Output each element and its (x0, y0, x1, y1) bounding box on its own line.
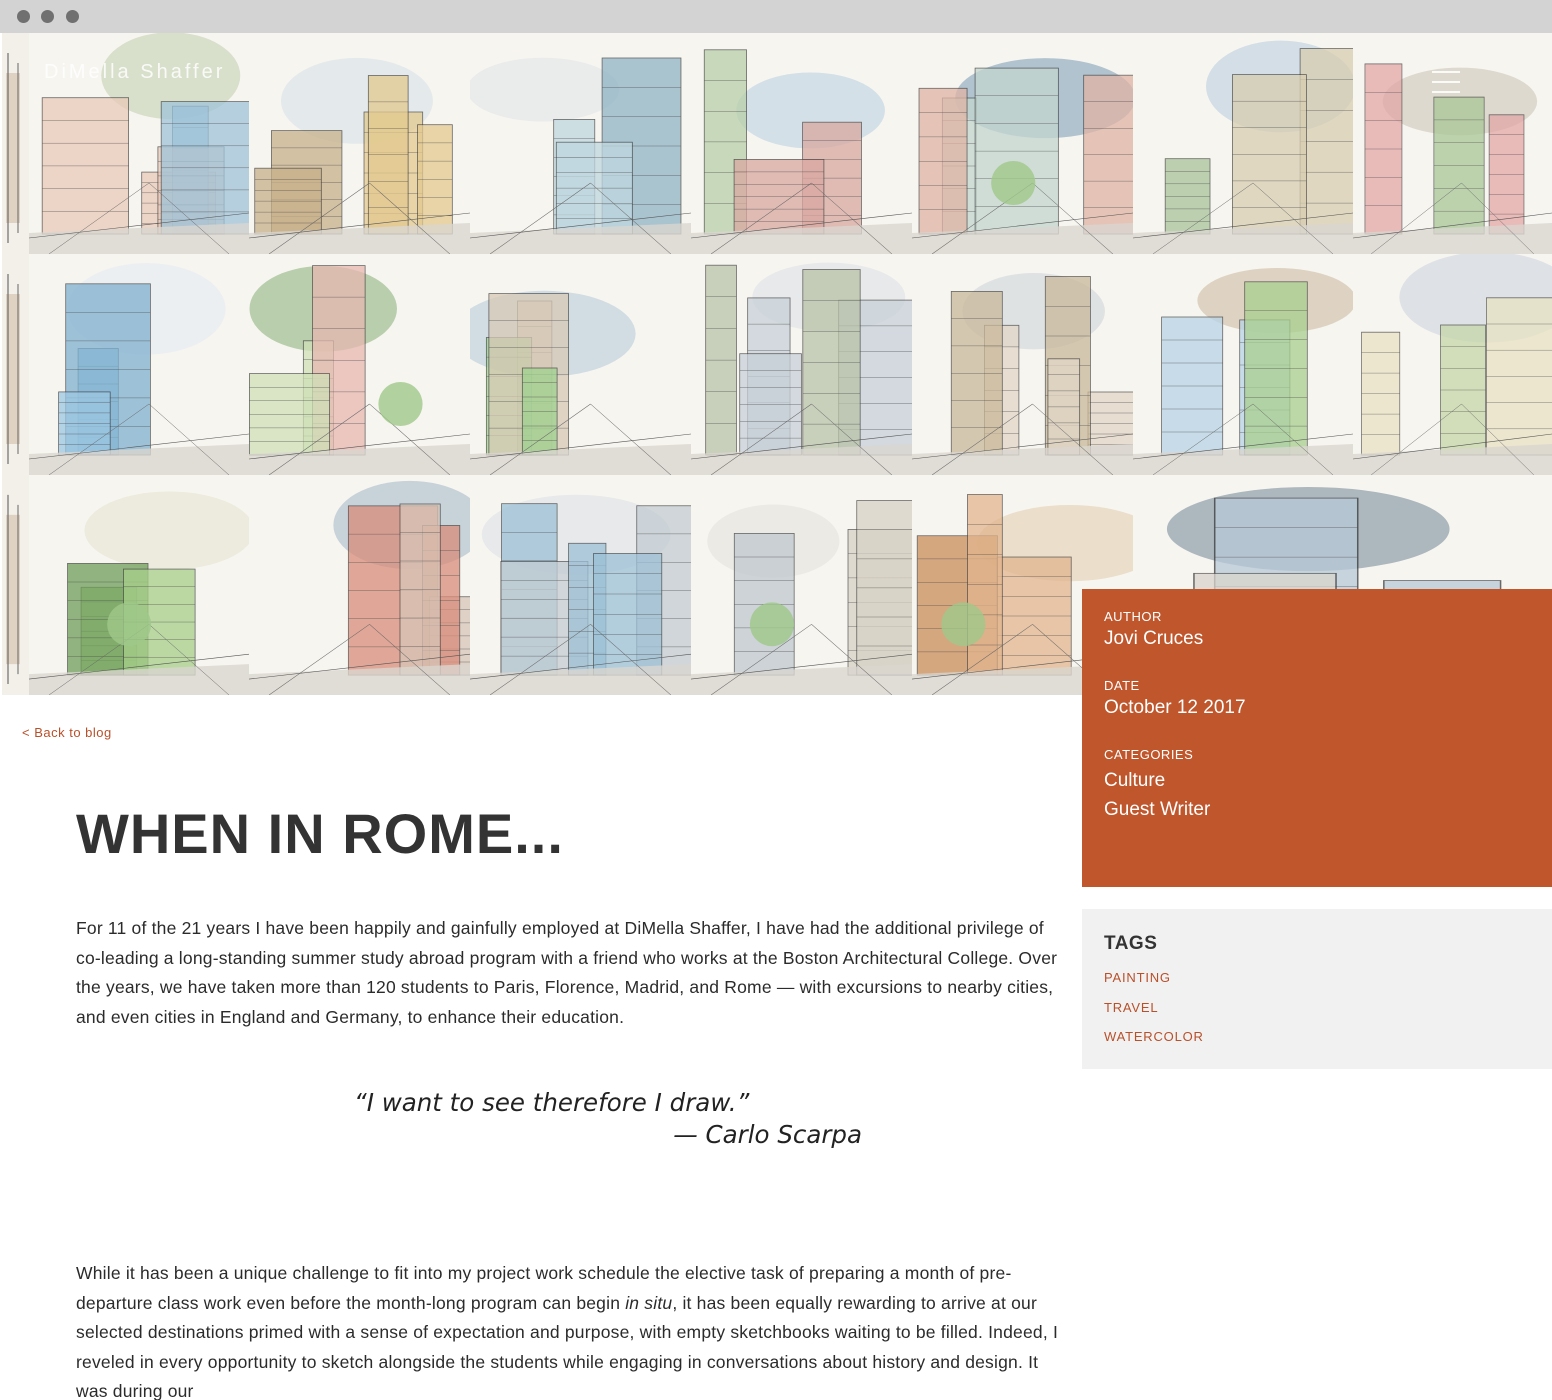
tag-link[interactable]: WATERCOLOR (1104, 1022, 1530, 1052)
menu-bar-icon (1432, 81, 1460, 83)
sketch-tile[interactable] (249, 33, 470, 254)
window-zoom-dot[interactable] (66, 10, 79, 23)
article-paragraph: While it has been a unique challenge to … (76, 1259, 1061, 1400)
menu-button[interactable] (1432, 71, 1460, 97)
categories-group: CATEGORIES Culture Guest Writer (1104, 747, 1530, 824)
sketch-tile[interactable] (912, 254, 1133, 475)
window-minimize-dot[interactable] (41, 10, 54, 23)
author-group: AUTHOR Jovi Cruces (1104, 609, 1530, 650)
sketch-tile[interactable] (1353, 254, 1552, 475)
quote-author: — Carlo Scarpa (673, 1120, 862, 1149)
tag-link[interactable]: PAINTING (1104, 963, 1530, 993)
sketch-tile[interactable] (29, 475, 249, 695)
sketch-tile[interactable] (691, 475, 912, 695)
sketch-tile[interactable] (470, 33, 691, 254)
tags-heading: TAGS (1104, 933, 1158, 954)
site-logo[interactable]: DiMella Shaffer (44, 61, 225, 84)
sketch-tile[interactable] (691, 33, 912, 254)
sketch-tile[interactable] (470, 254, 691, 475)
pull-quote: “I want to see therefore I draw.” — Carl… (342, 1087, 902, 1151)
author-label: AUTHOR (1104, 609, 1162, 624)
author-name[interactable]: Jovi Cruces (1104, 628, 1530, 650)
page: DiMella Shaffer < Back to blog WHEN IN R… (2, 33, 1552, 1400)
back-to-blog-link[interactable]: < Back to blog (22, 725, 112, 740)
sketch-tile-sliver (2, 33, 29, 254)
sketch-tile[interactable] (1353, 33, 1552, 254)
window-close-dot[interactable] (17, 10, 30, 23)
category-link[interactable]: Culture (1104, 766, 1530, 795)
sketch-tile[interactable] (1133, 33, 1353, 254)
paragraph-italic-text: in situ (625, 1292, 673, 1313)
sketch-tile-sliver (2, 475, 29, 695)
menu-bar-icon (1432, 71, 1460, 73)
date-label: DATE (1104, 678, 1140, 693)
sketch-tile[interactable] (249, 475, 470, 695)
sketch-tile[interactable] (470, 475, 691, 695)
sketch-tile[interactable] (249, 254, 470, 475)
article-title: WHEN IN ROME... (76, 802, 564, 865)
article-meta-panel: AUTHOR Jovi Cruces DATE October 12 2017 … (1082, 589, 1552, 887)
sketch-tile[interactable] (29, 254, 249, 475)
sketch-tile[interactable] (1133, 254, 1353, 475)
categories-label: CATEGORIES (1104, 747, 1194, 762)
sketch-tile-sliver (2, 254, 29, 475)
tags-panel: TAGS PAINTING TRAVEL WATERCOLOR (1082, 909, 1552, 1069)
sketch-tile[interactable] (691, 254, 912, 475)
post-date: October 12 2017 (1104, 697, 1246, 718)
menu-bar-icon (1432, 91, 1460, 93)
date-group: DATE October 12 2017 (1104, 678, 1530, 719)
category-link[interactable]: Guest Writer (1104, 795, 1530, 824)
browser-chrome (0, 0, 1552, 33)
sketch-tile[interactable] (912, 33, 1133, 254)
article-paragraph: For 11 of the 21 years I have been happi… (76, 918, 1058, 1027)
quote-text: “I want to see therefore I draw.” (354, 1088, 750, 1117)
tag-link[interactable]: TRAVEL (1104, 993, 1530, 1023)
